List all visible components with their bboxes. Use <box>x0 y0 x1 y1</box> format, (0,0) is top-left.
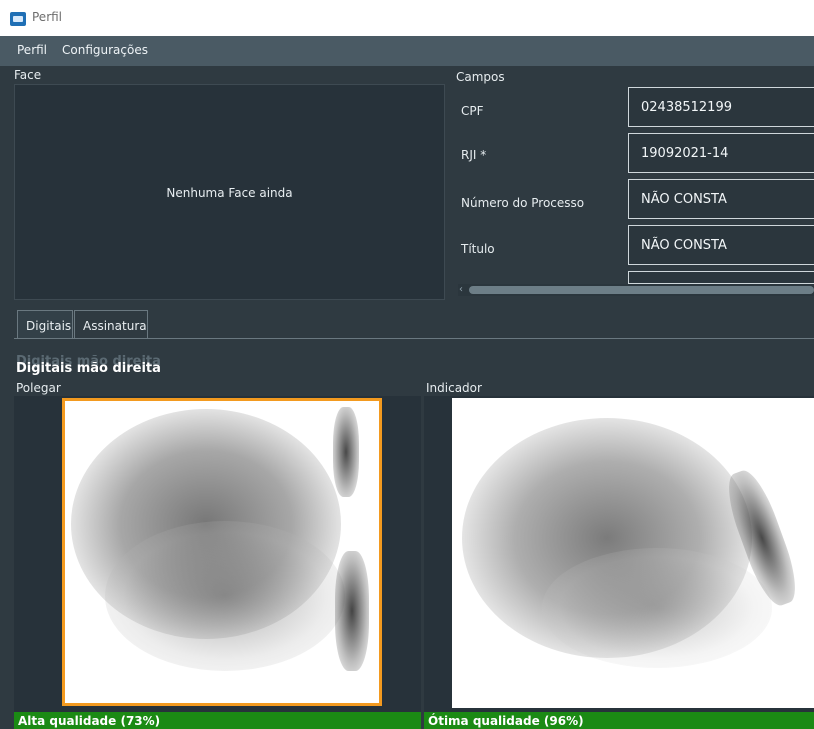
next-field-partial[interactable] <box>628 271 814 284</box>
polegar-print-lower <box>105 521 345 671</box>
polegar-panel[interactable] <box>14 396 421 712</box>
campos-label: Campos <box>456 70 505 84</box>
section-title: Digitais mão direita <box>16 361 161 376</box>
numero-processo-label: Número do Processo <box>461 196 585 210</box>
numero-processo-field[interactable]: NÃO CONSTA <box>628 179 814 219</box>
rji-label: RJI * <box>461 148 487 162</box>
face-panel[interactable]: Nenhuma Face ainda <box>14 84 445 300</box>
menu-bar: Perfil Configurações <box>0 36 814 66</box>
polegar-quality-bar: Alta qualidade (73%) <box>14 712 421 729</box>
indicador-panel[interactable] <box>424 396 814 712</box>
titulo-label: Título <box>461 242 495 256</box>
tabs-divider <box>14 338 814 339</box>
cpf-field[interactable]: 02438512199 <box>628 87 814 127</box>
window-title: Perfil <box>32 10 63 24</box>
rji-field[interactable]: 19092021-14 <box>628 133 814 173</box>
face-placeholder: Nenhuma Face ainda <box>166 186 293 200</box>
tab-digitais[interactable]: Digitais <box>17 310 73 338</box>
menu-configuracoes[interactable]: Configurações <box>62 43 148 57</box>
polegar-fingerprint-image[interactable] <box>62 398 382 706</box>
indicador-label: Indicador <box>426 381 482 395</box>
polegar-label: Polegar <box>16 381 61 395</box>
indicador-quality-bar: Ótima qualidade (96%) <box>424 712 814 729</box>
app-icon <box>10 12 26 26</box>
title-bar: Perfil <box>0 0 814 36</box>
cpf-label: CPF <box>461 104 484 118</box>
fields-scrollbar-thumb[interactable] <box>469 286 814 294</box>
tab-assinatura[interactable]: Assinatura <box>74 310 148 338</box>
face-label: Face <box>14 68 42 82</box>
menu-perfil[interactable]: Perfil <box>17 43 47 57</box>
polegar-print-edge-bottom <box>335 551 369 671</box>
indicador-print-lower <box>542 548 772 668</box>
polegar-print-edge-top <box>333 407 359 497</box>
indicador-fingerprint-image[interactable] <box>452 398 814 708</box>
titulo-field[interactable]: NÃO CONSTA <box>628 225 814 265</box>
scroll-left-arrow-icon[interactable]: ‹ <box>459 284 463 295</box>
